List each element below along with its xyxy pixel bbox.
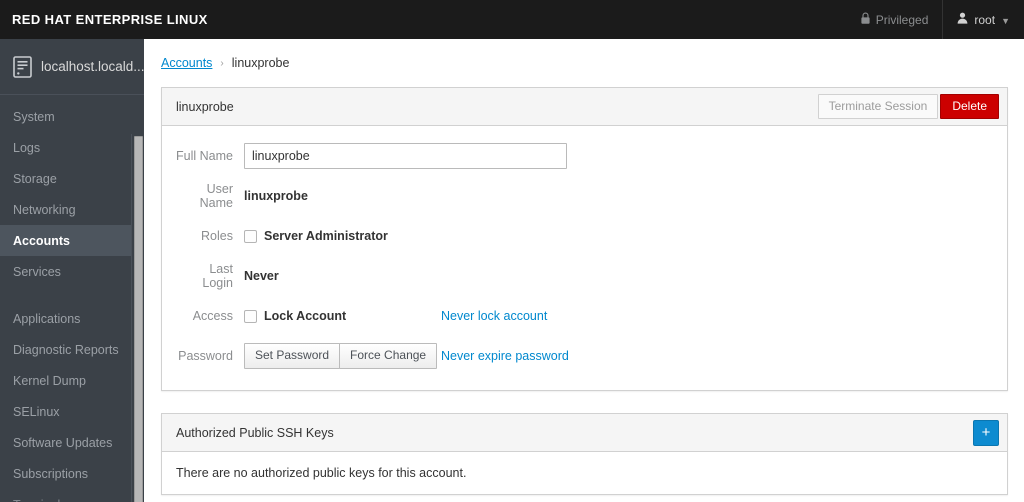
sidebar-host[interactable]: localhost.locald...	[0, 39, 144, 95]
sidebar: localhost.locald... System Logs Storage …	[0, 39, 144, 502]
sidebar-item-label: Logs	[13, 140, 41, 155]
roles-label: Roles	[201, 229, 233, 243]
roles-row: Roles Server Administrator	[176, 220, 993, 252]
account-card-body: Full Name User Name linuxprobe Roles Ser…	[162, 126, 1007, 390]
sidebar-item-label: Applications	[13, 311, 81, 326]
sidebar-item-subscriptions[interactable]: Subscriptions	[0, 458, 144, 489]
sidebar-item-label: Services	[13, 264, 61, 279]
sidebar-item-logs[interactable]: Logs	[0, 132, 144, 163]
account-card-actions: Terminate Session Delete	[817, 93, 999, 120]
access-label: Access	[192, 309, 233, 323]
privileged-label: Privileged	[875, 12, 929, 27]
sidebar-item-networking[interactable]: Networking	[0, 194, 144, 225]
sidebar-item-applications[interactable]: Applications	[0, 303, 144, 334]
sidebar-item-accounts[interactable]: Accounts	[0, 225, 144, 256]
sidebar-host-label: localhost.locald...	[41, 59, 144, 74]
last-login-row: Last Login Never	[176, 260, 993, 292]
server-icon	[13, 55, 32, 78]
sidebar-item-terminal[interactable]: Terminal	[0, 489, 144, 502]
force-change-button[interactable]: Force Change	[339, 343, 438, 369]
full-name-label: Full Name	[176, 149, 233, 163]
sidebar-scrollbar-thumb[interactable]	[134, 136, 143, 502]
user-name-label: User Name	[199, 182, 233, 210]
full-name-row: Full Name	[176, 140, 993, 172]
sidebar-item-storage[interactable]: Storage	[0, 163, 144, 194]
sidebar-divider	[0, 287, 144, 297]
account-card: linuxprobe Terminate Session Delete Full…	[161, 87, 1008, 391]
breadcrumb-accounts-link[interactable]: Accounts	[161, 56, 212, 70]
terminate-session-button[interactable]: Terminate Session	[817, 93, 939, 120]
password-label: Password	[178, 349, 233, 363]
sidebar-item-label: Software Updates	[13, 435, 113, 450]
sidebar-item-label: Accounts	[13, 233, 70, 248]
sidebar-nav-primary: System Logs Storage Networking Accounts …	[0, 95, 144, 287]
brand-title: RED HAT ENTERPRISE LINUX	[12, 12, 208, 27]
user-label: root	[974, 12, 996, 27]
main-content: Accounts › linuxprobe linuxprobe Termina…	[144, 39, 1024, 502]
ssh-keys-empty-message: There are no authorized public keys for …	[176, 466, 467, 480]
lock-account-checkbox-group[interactable]: Lock Account	[244, 309, 346, 323]
sidebar-item-services[interactable]: Services	[0, 256, 144, 287]
sidebar-item-diagnostic-reports[interactable]: Diagnostic Reports	[0, 334, 144, 365]
server-administrator-label[interactable]: Server Administrator	[264, 229, 388, 243]
ssh-keys-card-header: Authorized Public SSH Keys +	[162, 414, 1007, 452]
cockpit-window: RED HAT ENTERPRISE LINUX Privileged root…	[0, 0, 1024, 502]
lock-account-checkbox[interactable]	[244, 309, 257, 323]
ssh-keys-card-actions: +	[973, 419, 999, 446]
ssh-keys-card-title: Authorized Public SSH Keys	[176, 425, 334, 440]
sidebar-item-label: Subscriptions	[13, 466, 89, 481]
privileged-indicator[interactable]: Privileged	[850, 0, 943, 39]
sidebar-item-label: System	[13, 109, 55, 124]
top-navigation-bar: RED HAT ENTERPRISE LINUX Privileged root…	[0, 0, 1024, 39]
sidebar-item-label: Storage	[13, 171, 57, 186]
access-row: Access Lock Account Never lock account	[176, 300, 993, 332]
server-administrator-checkbox-group[interactable]: Server Administrator	[244, 229, 388, 243]
last-login-label: Last Login	[202, 262, 233, 290]
user-name-value: linuxprobe	[244, 189, 308, 203]
delete-account-button[interactable]: Delete	[940, 93, 999, 120]
sidebar-item-kernel-dump[interactable]: Kernel Dump	[0, 365, 144, 396]
breadcrumb-separator: ›	[220, 57, 224, 69]
server-administrator-checkbox[interactable]	[244, 229, 257, 243]
sidebar-item-selinux[interactable]: SELinux	[0, 396, 144, 427]
never-expire-password-link[interactable]: Never expire password	[441, 349, 993, 363]
sidebar-scrollbar[interactable]	[131, 134, 144, 502]
sidebar-nav-secondary: Applications Diagnostic Reports Kernel D…	[0, 297, 144, 502]
set-password-button[interactable]: Set Password	[244, 343, 341, 369]
breadcrumb-current: linuxprobe	[231, 56, 290, 70]
lock-account-label[interactable]: Lock Account	[264, 309, 346, 323]
password-button-group: Set Password Force Change	[244, 343, 438, 369]
user-name-row: User Name linuxprobe	[176, 180, 993, 212]
sidebar-item-software-updates[interactable]: Software Updates	[0, 427, 144, 458]
user-icon	[957, 12, 968, 27]
password-row: Password Set Password Force Change Never…	[176, 340, 993, 372]
add-ssh-key-button[interactable]: +	[973, 419, 999, 446]
sidebar-item-label: Terminal	[13, 498, 60, 502]
sidebar-item-label: Networking	[13, 202, 76, 217]
full-name-input[interactable]	[244, 143, 567, 169]
sidebar-item-system[interactable]: System	[0, 101, 144, 132]
lock-icon	[860, 12, 871, 28]
ssh-keys-card: Authorized Public SSH Keys + There are n…	[161, 413, 1008, 495]
account-card-header: linuxprobe Terminate Session Delete	[162, 88, 1007, 126]
chevron-down-icon: ▼	[1001, 15, 1010, 26]
breadcrumb: Accounts › linuxprobe	[144, 39, 1024, 87]
sidebar-item-label: Diagnostic Reports	[13, 342, 119, 357]
never-lock-account-link[interactable]: Never lock account	[441, 309, 993, 323]
sidebar-item-label: Kernel Dump	[13, 373, 86, 388]
sidebar-item-label: SELinux	[13, 404, 60, 419]
topbar-right-group: Privileged root ▼	[850, 0, 1024, 39]
last-login-value: Never	[244, 269, 279, 283]
user-menu[interactable]: root ▼	[942, 0, 1024, 39]
account-card-title: linuxprobe	[176, 99, 234, 114]
